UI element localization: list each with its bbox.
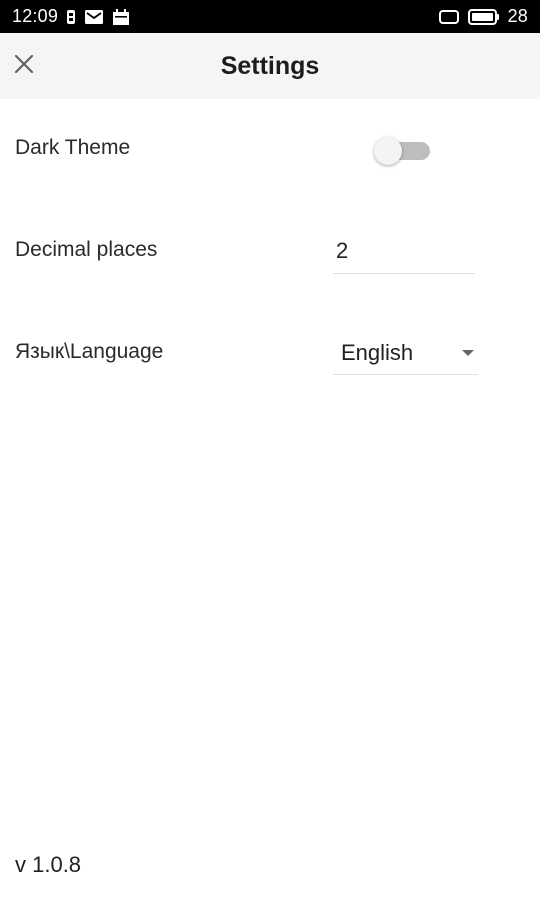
- decimal-places-input[interactable]: [333, 232, 475, 274]
- status-right: 28: [438, 6, 528, 27]
- battery-level: 28: [507, 6, 528, 26]
- app-bar: Settings: [0, 33, 540, 99]
- app-version: v 1.0.8: [15, 852, 82, 877]
- language-label: Язык\Language: [15, 340, 164, 363]
- language-dropdown[interactable]: English: [333, 333, 478, 375]
- language-selected-value: English: [341, 340, 414, 365]
- dark-theme-label: Dark Theme: [15, 136, 131, 159]
- screen-rotate-icon: [438, 9, 460, 25]
- status-left: 12:09: [12, 6, 130, 27]
- sim-card-icon: [66, 9, 76, 25]
- toggle-thumb[interactable]: [374, 137, 402, 165]
- dropdown-arrow-icon: [462, 350, 474, 356]
- page-title: Settings: [220, 52, 320, 80]
- battery-icon: [467, 8, 500, 25]
- calendar-icon: [112, 8, 130, 26]
- dark-theme-toggle[interactable]: [374, 137, 432, 165]
- mail-icon: [84, 9, 104, 25]
- decimal-places-label: Decimal places: [15, 238, 158, 261]
- status-bar: 12:09 28: [0, 0, 540, 33]
- status-time: 12:09: [12, 6, 59, 26]
